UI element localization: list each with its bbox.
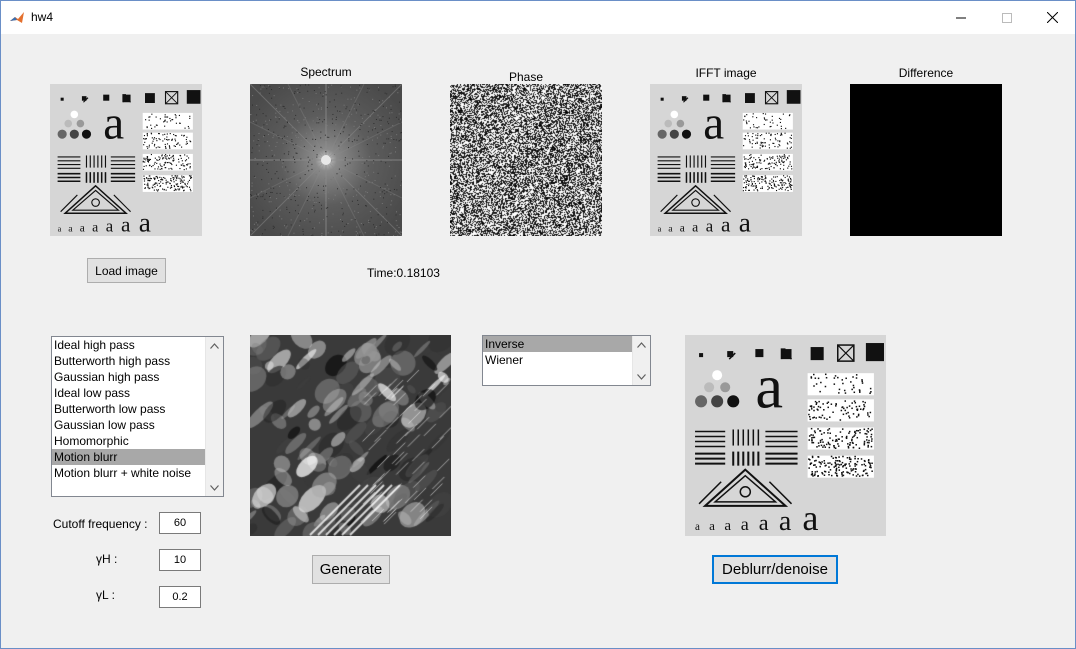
list-item[interactable]: Motion blurr + white noise: [52, 465, 207, 481]
maximize-icon: [1002, 12, 1012, 23]
title-bar: hw4: [1, 1, 1075, 34]
restoration-listbox[interactable]: Inverse Wiener: [482, 335, 651, 386]
close-icon: [1046, 12, 1058, 23]
difference-image: [850, 84, 1002, 236]
generate-button[interactable]: Generate: [312, 555, 390, 584]
gamma-l-label: γL :: [96, 588, 115, 602]
svg-text:a: a: [755, 352, 783, 421]
svg-text:a: a: [741, 514, 749, 534]
svg-text:a: a: [779, 506, 792, 536]
svg-text:a: a: [706, 216, 714, 235]
svg-text:a: a: [121, 212, 131, 236]
svg-text:a: a: [658, 224, 662, 233]
matlab-app-icon: [9, 10, 25, 26]
list-item[interactable]: Butterworth high pass: [52, 353, 207, 369]
svg-text:a: a: [703, 98, 724, 150]
ifft-title: IFFT image: [695, 66, 757, 80]
svg-text:a: a: [80, 222, 85, 234]
difference-title: Difference: [898, 66, 954, 80]
svg-text:a: a: [139, 207, 151, 236]
svg-text:a: a: [695, 521, 700, 533]
minimize-button[interactable]: [938, 1, 984, 34]
list-item[interactable]: Gaussian low pass: [52, 417, 207, 433]
list-item[interactable]: Wiener: [483, 352, 634, 368]
svg-text:a: a: [692, 219, 698, 234]
close-button[interactable]: [1029, 1, 1075, 34]
phase-title: Phase: [508, 70, 544, 84]
gamma-l-field[interactable]: 0.2: [159, 586, 201, 608]
scroll-up-icon[interactable]: [633, 336, 650, 353]
window-title: hw4: [31, 10, 54, 24]
scroll-up-icon[interactable]: [206, 337, 223, 354]
load-image-button[interactable]: Load image: [87, 258, 166, 283]
svg-text:a: a: [709, 518, 715, 533]
spectrum-image: [250, 84, 402, 236]
filter-listbox[interactable]: Ideal high pass Butterworth high pass Gaus…: [51, 336, 224, 497]
time-readout: Time:0.18103: [367, 266, 440, 280]
cutoff-frequency-field[interactable]: 60: [159, 512, 201, 534]
svg-text:a: a: [724, 518, 731, 534]
svg-text:a: a: [802, 498, 818, 536]
svg-text:a: a: [721, 212, 731, 236]
svg-text:a: a: [680, 222, 685, 234]
maximize-button[interactable]: [984, 1, 1030, 34]
original-image: aaaaaaaa: [50, 84, 202, 236]
filter-list-scrollbar[interactable]: [205, 337, 223, 496]
svg-text:a: a: [739, 207, 751, 236]
list-item[interactable]: Gaussian high pass: [52, 369, 207, 385]
list-item[interactable]: Inverse: [483, 336, 634, 352]
scroll-down-icon[interactable]: [633, 368, 650, 385]
app-window: hw4 Spectrum Phase IFFT image Difference…: [0, 0, 1076, 649]
blurred-image: [250, 335, 451, 536]
restored-image: aaaaaaaa: [685, 335, 886, 536]
restoration-list-scrollbar[interactable]: [632, 336, 650, 385]
list-item[interactable]: Butterworth low pass: [52, 401, 207, 417]
test-pattern-image: aa a a a a a a: [650, 84, 802, 236]
test-pattern-image: aa a a a a a a: [50, 84, 202, 236]
svg-text:a: a: [759, 510, 769, 535]
svg-text:a: a: [68, 223, 73, 234]
spectrum-title: Spectrum: [300, 65, 352, 79]
deblur-denoise-button[interactable]: Deblurr/denoise: [712, 555, 838, 584]
list-item[interactable]: Ideal high pass: [52, 337, 207, 353]
svg-text:a: a: [668, 223, 673, 234]
gamma-h-label: γH :: [96, 552, 118, 566]
phase-image: [450, 84, 602, 236]
list-item[interactable]: Ideal low pass: [52, 385, 207, 401]
svg-text:a: a: [106, 216, 114, 235]
cutoff-frequency-label: Cutoff frequency :: [53, 517, 148, 531]
list-item[interactable]: Motion blurr: [52, 449, 207, 465]
test-pattern-image: aa a a a a a a: [685, 335, 886, 536]
svg-text:a: a: [92, 219, 98, 234]
scroll-down-icon[interactable]: [206, 479, 223, 496]
ifft-image: aaaaaaaa: [650, 84, 802, 236]
minimize-icon: [956, 17, 966, 18]
svg-text:a: a: [58, 224, 62, 233]
list-item[interactable]: Homomorphic: [52, 433, 207, 449]
gamma-h-field[interactable]: 10: [159, 549, 201, 571]
svg-text:a: a: [103, 98, 124, 150]
